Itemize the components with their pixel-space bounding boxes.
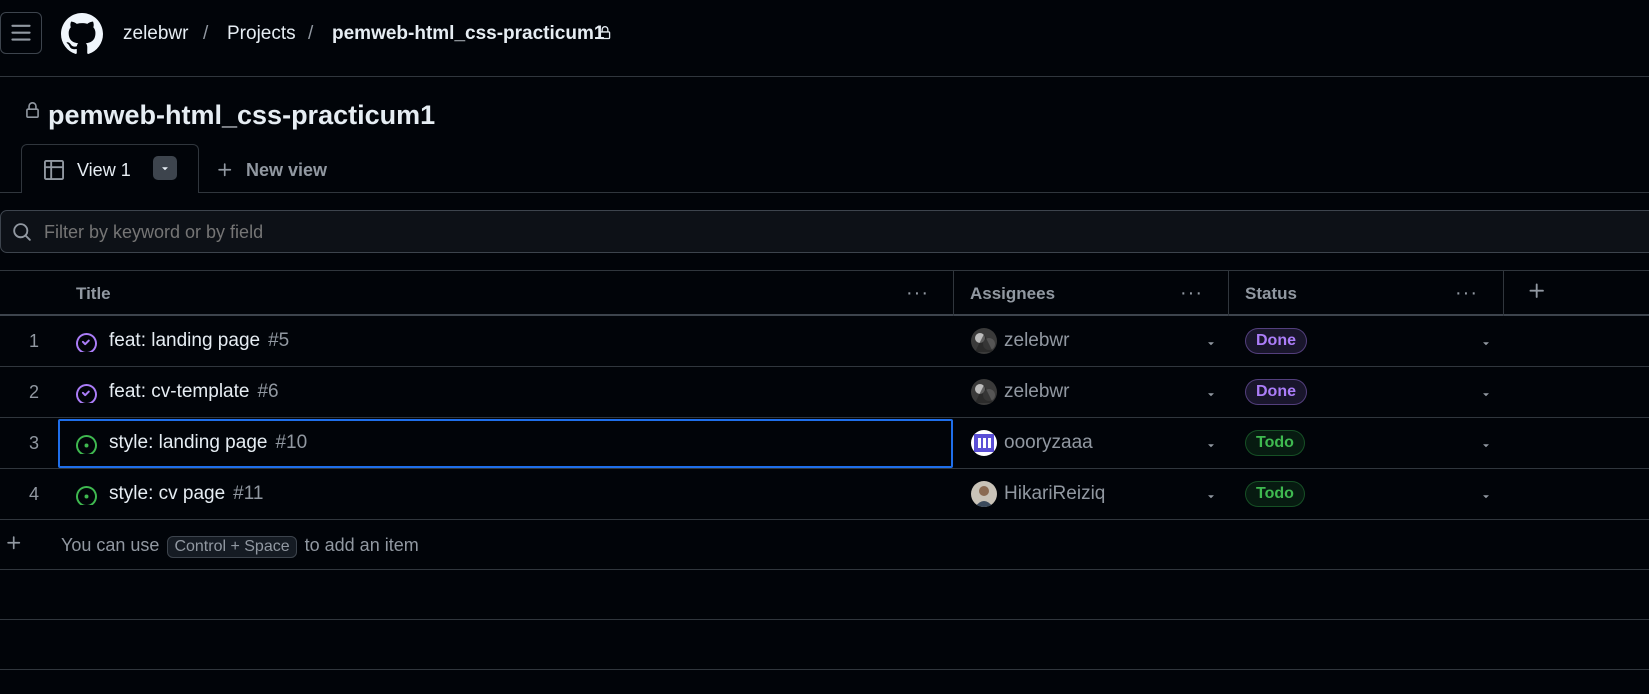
row-index: 2 <box>28 382 39 402</box>
table-row[interactable]: 4 style: cv page #11 HikariReiziq Todo <box>0 469 1649 520</box>
issue-open-icon <box>76 485 97 505</box>
triangle-down-icon[interactable] <box>1480 490 1492 502</box>
github-logo-icon[interactable] <box>61 13 103 55</box>
empty-row <box>0 620 1649 670</box>
status-badge[interactable]: Todo <box>1245 481 1305 507</box>
breadcrumb-projects[interactable]: Projects <box>227 22 296 46</box>
triangle-down-icon[interactable] <box>1205 439 1217 451</box>
table-icon <box>44 160 64 180</box>
issue-number: #11 <box>233 483 264 504</box>
filter-input[interactable] <box>44 222 944 243</box>
avatar <box>971 328 997 354</box>
breadcrumb-separator: / <box>203 23 209 44</box>
issue-title: style: cv page <box>109 483 226 504</box>
column-header-label: Assignees <box>970 284 1056 303</box>
issue-title: feat: cv-template <box>109 381 250 402</box>
avatar <box>971 481 997 507</box>
status-badge[interactable]: Done <box>1245 379 1307 405</box>
row-index: 3 <box>28 433 39 453</box>
add-item-hint: You can use Control + Space to add an it… <box>61 535 419 558</box>
assignee-cell[interactable]: zelebwr <box>971 328 1069 354</box>
search-icon <box>13 223 31 241</box>
column-menu-button[interactable]: ··· <box>1180 283 1203 303</box>
column-menu-button[interactable]: ··· <box>906 283 929 303</box>
column-menu-button[interactable]: ··· <box>1455 283 1478 303</box>
plus-icon[interactable] <box>5 534 23 552</box>
breadcrumb-owner[interactable]: zelebwr <box>123 22 188 46</box>
avatar <box>971 379 997 405</box>
table-row[interactable]: 2 feat: cv-template #6 zelebwr Done <box>0 367 1649 418</box>
breadcrumb-current-project[interactable]: pemweb-html_css-practicum1 <box>332 22 604 46</box>
new-view-label: New view <box>246 159 328 180</box>
column-header-assignees[interactable]: Assignees ··· <box>954 271 1228 315</box>
avatar <box>971 430 997 456</box>
column-header-title[interactable]: Title ··· <box>0 271 953 315</box>
add-item-row[interactable]: You can use Control + Space to add an it… <box>0 520 1649 570</box>
status-badge[interactable]: Done <box>1245 328 1307 354</box>
issue-open-icon <box>76 434 97 454</box>
triangle-down-icon[interactable] <box>1480 337 1492 349</box>
column-header-status[interactable]: Status ··· <box>1229 271 1503 315</box>
assignee-cell[interactable]: HikariReiziq <box>971 481 1105 507</box>
add-field-plus-icon[interactable] <box>1527 281 1547 301</box>
breadcrumb-separator: / <box>308 23 314 44</box>
row-index: 1 <box>28 331 39 351</box>
issue-title: feat: landing page <box>109 330 261 351</box>
assignee-name: zelebwr <box>1004 381 1070 402</box>
assignee-cell[interactable]: zelebwr <box>971 379 1069 405</box>
page-title[interactable]: pemweb-html_css-practicum1 <box>48 98 435 132</box>
assignee-name: zelebwr <box>1004 330 1070 351</box>
triangle-down-icon[interactable] <box>1480 439 1492 451</box>
issue-number: #5 <box>268 330 290 351</box>
keyboard-shortcut: Control + Space <box>167 536 297 558</box>
triangle-down-icon <box>162 167 168 171</box>
issue-number: #6 <box>257 381 279 402</box>
row-index: 4 <box>28 484 39 504</box>
empty-row <box>0 570 1649 620</box>
table-row[interactable]: 3 style: landing page #10 oooryzaaa Todo <box>0 418 1649 469</box>
triangle-down-icon[interactable] <box>1205 388 1217 400</box>
triangle-down-icon[interactable] <box>1205 490 1217 502</box>
status-badge[interactable]: Todo <box>1245 430 1305 456</box>
lock-icon <box>26 102 39 118</box>
table-header: Title ··· Assignees ··· Status ··· <box>0 270 1649 316</box>
issue-title-link[interactable]: style: landing page #10 <box>109 432 307 454</box>
hint-suffix: to add an item <box>304 535 419 555</box>
issue-title-link[interactable]: feat: cv-template #6 <box>109 381 279 403</box>
issue-number: #10 <box>275 432 308 453</box>
tab-view-1[interactable]: View 1 <box>21 144 199 193</box>
assignee-name: oooryzaaa <box>1004 432 1093 453</box>
column-header-label: Status <box>1245 284 1297 303</box>
lock-icon <box>599 26 611 40</box>
hamburger-icon <box>11 24 31 41</box>
tab-divider <box>0 192 1649 193</box>
issue-title: style: landing page <box>109 432 268 453</box>
tab-label: View 1 <box>77 160 131 180</box>
issue-title-link[interactable]: style: cv page #11 <box>109 483 263 505</box>
issue-title-link[interactable]: feat: landing page #5 <box>109 330 289 352</box>
triangle-down-icon[interactable] <box>1205 337 1217 349</box>
hamburger-menu-button[interactable] <box>0 12 42 54</box>
issue-closed-icon <box>76 383 97 403</box>
column-header-label: Title <box>76 284 111 303</box>
triangle-down-icon[interactable] <box>1480 388 1492 400</box>
table-row[interactable]: 1 feat: landing page #5 zelebwr Done <box>0 316 1649 367</box>
plus-icon <box>218 163 232 177</box>
assignee-cell[interactable]: oooryzaaa <box>971 430 1093 456</box>
filter-bar[interactable] <box>0 210 1649 253</box>
view-options-button[interactable] <box>153 156 177 180</box>
assignee-name: HikariReiziq <box>1004 483 1106 504</box>
new-view-button[interactable]: New view <box>216 158 327 182</box>
top-bar: zelebwr / Projects / pemweb-html_css-pra… <box>0 0 1649 77</box>
hint-prefix: You can use <box>61 535 160 555</box>
issue-closed-icon <box>76 332 97 352</box>
